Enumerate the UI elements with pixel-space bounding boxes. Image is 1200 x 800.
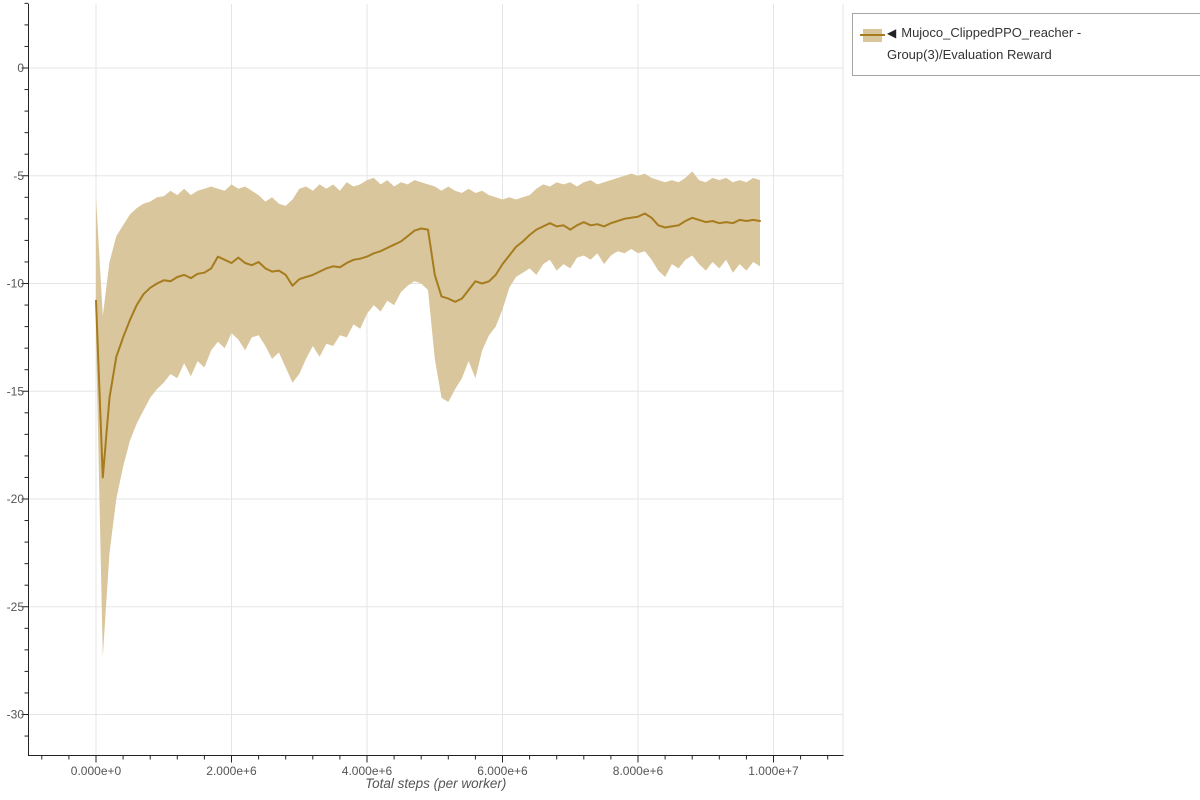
legend-collapse-icon[interactable]: ◀ [887, 26, 896, 40]
x-tick-label: 1.000e+7 [748, 764, 799, 778]
series-swatch [860, 29, 885, 42]
x-tick-label: 0.000e+0 [71, 764, 122, 778]
legend-item-evaluation-reward[interactable]: ◀ Mujoco_ClippedPPO_reacher - Group(3)/Ev… [853, 14, 1200, 75]
y-tick-label: -5 [13, 169, 24, 183]
legend-label: Mujoco_ClippedPPO_reacher - Group(3)/Eva… [887, 25, 1082, 62]
reward-chart: 0.000e+0 2.000e+6 4.000e+6 6.000e+6 8.000e+6… [7, 2, 844, 791]
x-axis-label: Total steps (per worker) [365, 776, 506, 791]
line-swatch [860, 34, 885, 36]
y-tick-label: -15 [7, 384, 25, 398]
y-tick-label: -25 [7, 600, 25, 614]
y-tick-label: 0 [17, 61, 24, 75]
confidence-band [96, 171, 760, 657]
x-tick-label: 8.000e+6 [613, 764, 664, 778]
x-tick-label: 2.000e+6 [206, 764, 257, 778]
y-tick-label: -10 [7, 277, 25, 291]
dashboard-canvas: 0.000e+0 2.000e+6 4.000e+6 6.000e+6 8.000e+6… [0, 0, 1200, 800]
y-tick-label: -20 [7, 492, 25, 506]
y-tick-label: -30 [7, 708, 25, 722]
legend-box: ◀ Mujoco_ClippedPPO_reacher - Group(3)/Ev… [852, 13, 1200, 76]
legend-text: ◀ Mujoco_ClippedPPO_reacher - Group(3)/Ev… [887, 25, 1081, 62]
